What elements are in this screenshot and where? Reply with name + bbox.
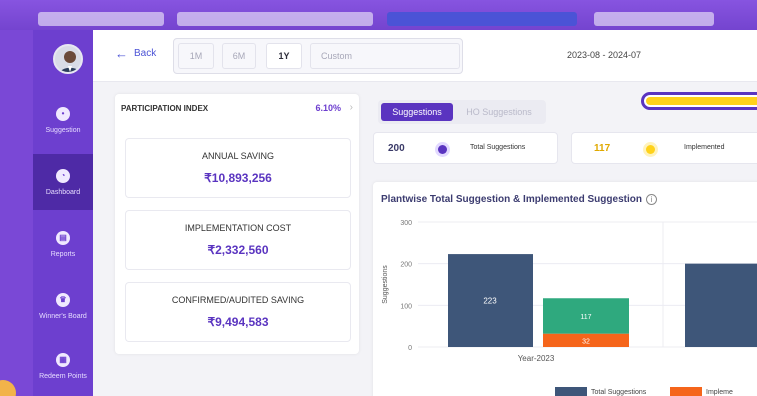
legend-label: Impleme — [706, 388, 733, 396]
sidebar-item-winners-board[interactable]: ♛ Winner's Board — [33, 278, 93, 334]
help-bubble[interactable] — [0, 380, 16, 396]
y-axis-label: Suggestions — [382, 265, 389, 304]
x-tick-label: Year-2023 — [518, 354, 555, 363]
stat-value: 200 — [388, 143, 405, 154]
date-range-label: 2023-08 - 2024-07 — [567, 50, 642, 60]
y-tick-label: 300 — [400, 220, 412, 227]
legend-item-total[interactable]: Total Suggestions — [555, 387, 646, 396]
range-6m-button[interactable]: 6M — [222, 43, 256, 69]
bulb-icon: • — [56, 106, 70, 121]
annual-saving-card: ANNUAL SAVING ₹10,893,256 — [125, 138, 351, 198]
sidebar-item-label: Suggestion — [45, 126, 81, 134]
sidebar-item-reports[interactable]: ▤ Reports — [33, 216, 93, 272]
dashboard-icon: ◔ — [56, 168, 70, 183]
background-tab — [177, 12, 373, 26]
legend-item-implemented[interactable]: Impleme — [670, 387, 733, 396]
tab-ho-suggestions[interactable]: HO Suggestions — [456, 103, 542, 121]
chevron-right-icon[interactable]: › — [350, 102, 353, 113]
data-label: 32 — [582, 338, 590, 345]
background-tab — [594, 12, 714, 26]
report-icon: ▤ — [56, 230, 70, 245]
data-label: 117 — [580, 314, 591, 321]
total-suggestions-stat: 200 Total Suggestions — [373, 132, 558, 164]
sidebar-item-label: Reports — [50, 250, 76, 258]
info-icon[interactable]: i — [645, 194, 657, 205]
metric-label: ANNUAL SAVING — [201, 151, 275, 161]
background-tab-active — [387, 12, 577, 26]
metric-label: CONFIRMED/AUDITED SAVING — [171, 295, 305, 305]
y-tick-label: 100 — [400, 303, 412, 310]
top-browser-strip — [0, 0, 757, 30]
range-custom-button[interactable]: Custom — [310, 43, 460, 69]
dashboard-app: • Suggestion ◔ Dashboard ▤ Reports ♛ Win… — [33, 30, 757, 396]
purple-dot-icon — [438, 145, 447, 154]
sidebar-item-label: Winner's Board — [39, 312, 87, 320]
participation-index-value: 6.10% — [315, 103, 341, 113]
implementation-cost-card: IMPLEMENTATION COST ₹2,332,560 — [125, 210, 351, 270]
y-tick-label: 200 — [400, 262, 412, 269]
metric-value: ₹9,494,583 — [207, 315, 269, 329]
yellow-dot-icon — [646, 145, 655, 154]
avatar[interactable] — [53, 44, 83, 74]
time-range-selector: 1M 6M 1Y Custom — [173, 38, 463, 74]
trophy-icon: ♛ — [56, 292, 70, 307]
bar-chart: 0100200300Suggestions22332117200Year-202… — [382, 220, 757, 363]
legend-label: Total Suggestions — [591, 388, 647, 396]
sidebar-item-redeem-points[interactable]: ▦ Redeem Points — [33, 338, 93, 394]
gift-icon: ▦ — [56, 352, 70, 367]
sidebar: • Suggestion ◔ Dashboard ▤ Reports ♛ Win… — [33, 30, 93, 396]
stat-label: Implemented — [684, 144, 725, 151]
background-tab — [38, 12, 164, 26]
tab-suggestions[interactable]: Suggestions — [381, 103, 453, 121]
sidebar-item-suggestion[interactable]: • Suggestion — [33, 92, 93, 148]
range-1m-button[interactable]: 1M — [178, 43, 214, 69]
sidebar-item-label: Dashboard — [45, 188, 81, 196]
chart-title: Plantwise Total Suggestion & Implemented… — [381, 194, 657, 205]
confirmed-saving-card: CONFIRMED/AUDITED SAVING ₹9,494,583 — [125, 282, 351, 342]
user-avatar-icon — [59, 51, 81, 72]
participation-index-title: PARTICIPATION INDEX — [121, 104, 209, 113]
header-bar: ← Back 1M 6M 1Y Custom 2023-08 - 2024-07 — [93, 30, 757, 82]
plantwise-chart-card: Plantwise Total Suggestion & Implemented… — [373, 182, 757, 396]
sidebar-item-dashboard[interactable]: ◔ Dashboard — [33, 154, 93, 210]
bar-next-plant — [685, 263, 757, 347]
metric-label: IMPLEMENTATION COST — [184, 223, 292, 233]
stat-label: Total Suggestions — [470, 144, 526, 151]
sidebar-item-label: Redeem Points — [39, 372, 87, 380]
back-label: Back — [134, 48, 157, 59]
back-button[interactable]: ← Back — [115, 46, 156, 61]
progress-fill — [646, 97, 757, 105]
metric-value: ₹2,332,560 — [207, 243, 269, 257]
metrics-panel: PARTICIPATION INDEX 6.10% › ANNUAL SAVIN… — [115, 94, 359, 354]
stat-value: 117 — [594, 143, 611, 154]
metric-value: ₹10,893,256 — [204, 171, 272, 185]
data-label: 223 — [483, 297, 497, 306]
legend-swatch — [670, 387, 702, 396]
implemented-stat: 117 Implemented — [571, 132, 757, 164]
arrow-left-icon: ← — [115, 46, 128, 61]
chart-title-text: Plantwise Total Suggestion & Implemented… — [381, 194, 642, 206]
y-tick-label: 0 — [408, 345, 412, 352]
legend-swatch — [555, 387, 587, 396]
progress-bar — [641, 92, 757, 110]
range-1y-button[interactable]: 1Y — [266, 43, 302, 69]
suggestion-type-toggle: Suggestions HO Suggestions — [378, 100, 546, 124]
